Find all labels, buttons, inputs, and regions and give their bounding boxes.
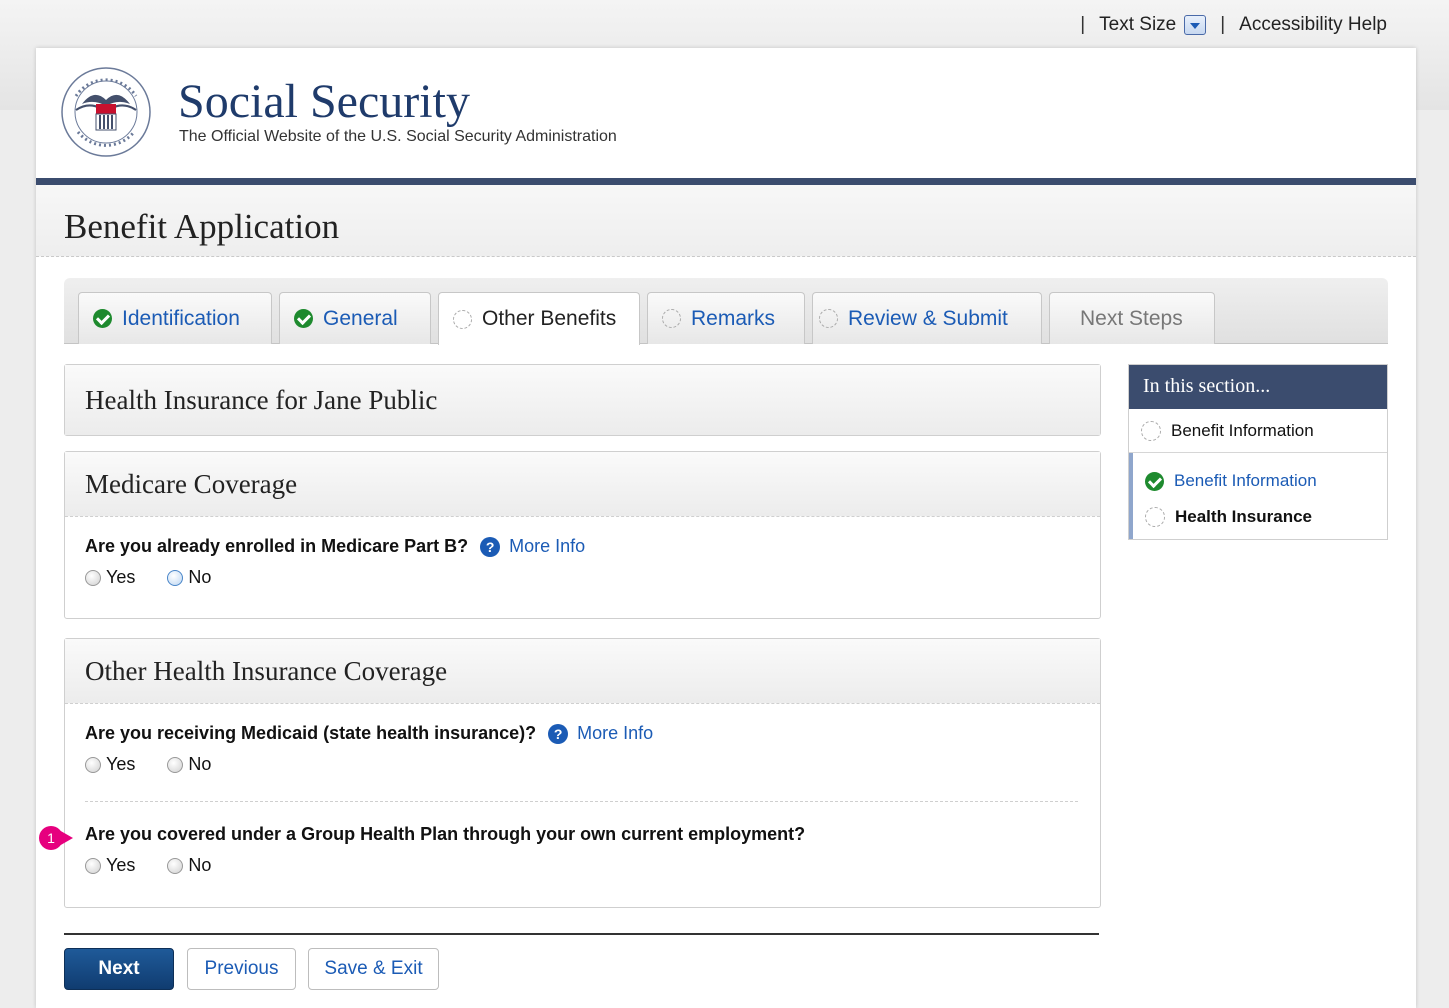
radio-label: Yes [106,855,136,875]
check-circle-icon [93,309,112,328]
radio-label: No [188,855,212,875]
sidebar-title: In this section... [1129,365,1387,409]
tab-label: Other Benefits [482,307,617,330]
radio-no[interactable]: No [167,567,211,588]
previous-button[interactable]: Previous [187,948,296,990]
accessibility-help-link[interactable]: Accessibility Help [1239,14,1387,36]
question-text: Are you covered under a Group Health Pla… [85,824,806,844]
radio-button[interactable] [85,756,101,773]
empty-circle-icon [453,309,472,329]
empty-circle-icon [1141,420,1161,441]
tab-label: Remarks [691,306,776,330]
help-icon[interactable]: ? [548,723,569,744]
site-subtitle: The Official Website of the U.S. Social … [179,128,617,145]
header-rule [36,178,1416,185]
radio-button[interactable] [85,569,101,586]
other-insurance-panel: Other Health Insurance Coverage Are you … [64,638,1101,908]
question-medicaid: Are you receiving Medicaid (state health… [85,723,653,744]
more-info-link[interactable]: More Info [509,536,585,557]
footer-rule [64,933,1099,935]
utility-separator: | [1080,14,1086,35]
tab-label: General [323,306,398,330]
check-circle-icon [294,309,313,328]
check-circle-icon [1145,471,1164,491]
next-button[interactable]: Next [64,948,174,990]
radio-label: No [188,754,212,774]
radio-no[interactable]: No [167,855,211,876]
empty-circle-icon [1145,507,1165,527]
tab-label: Identification [122,306,240,330]
empty-circle-icon [662,309,681,328]
question-medicare-part-b: Are you already enrolled in Medicare Par… [85,536,585,557]
tab-identification[interactable]: Identification [78,292,272,344]
panel-title: Other Health Insurance Coverage [65,639,1100,704]
radio-label: No [188,567,212,587]
utility-bar: | Text Size | Accessibility Help [1066,14,1387,36]
help-icon[interactable]: ? [480,536,501,557]
radio-label: Yes [106,754,136,774]
tab-review-submit[interactable]: Review & Submit [812,292,1042,344]
radio-group-medicaid: Yes No [85,754,243,775]
health-insurance-panel: Health Insurance for Jane Public [64,364,1101,436]
panel-title: Medicare Coverage [65,452,1100,517]
ssa-seal-logo[interactable] [60,66,152,158]
sidebar-item-label: Benefit Information [1174,471,1317,490]
text-size-label[interactable]: Text Size [1099,14,1176,36]
radio-no[interactable]: No [167,754,211,775]
radio-button[interactable] [167,857,184,874]
sidebar-item-benefit-information[interactable]: Benefit Information [1129,409,1387,453]
page-title: Benefit Application [64,207,340,246]
tab-label: Next Steps [1080,306,1183,330]
radio-yes[interactable]: Yes [85,567,135,588]
site-header: Social Security The Official Website of … [36,48,1416,178]
sidebar-subgroup: Benefit Information Health Insurance [1129,453,1387,539]
empty-circle-icon [819,309,838,328]
radio-group-medicare: Yes No [85,567,243,588]
sidebar-item-benefit-information-sub[interactable]: Benefit Information [1133,453,1387,495]
sidebar-item-health-insurance[interactable]: Health Insurance [1133,495,1387,539]
section-sidebar: In this section... Benefit Information B… [1128,364,1388,540]
tab-next-steps: Next Steps [1049,292,1215,344]
radio-yes[interactable]: Yes [85,754,135,775]
radio-button[interactable] [167,569,184,586]
radio-button[interactable] [167,756,184,773]
text-size-dropdown-icon[interactable] [1184,15,1207,35]
medicare-panel: Medicare Coverage Are you already enroll… [64,451,1101,619]
application-header: Benefit Application [36,185,1416,257]
radio-label: Yes [106,567,136,587]
tab-remarks[interactable]: Remarks [647,292,805,344]
page-container: Social Security The Official Website of … [36,48,1416,1008]
sidebar-item-label: Health Insurance [1175,507,1312,526]
tab-other-benefits[interactable]: Other Benefits [438,292,640,345]
utility-separator: | [1220,14,1226,35]
more-info-link[interactable]: More Info [577,723,653,744]
tab-label: Review & Submit [848,306,1008,330]
tab-general[interactable]: General [279,292,431,344]
radio-yes[interactable]: Yes [85,855,135,876]
question-divider [85,801,1078,802]
question-text: Are you already enrolled in Medicare Par… [85,536,469,556]
question-group-health-plan: Are you covered under a Group Health Pla… [85,824,805,845]
panel-title: Health Insurance for Jane Public [65,365,1100,435]
radio-button[interactable] [85,857,101,874]
step-tabs: Identification General Other Benefits Re… [64,278,1388,345]
radio-group-ghp: Yes No [85,855,243,876]
sidebar-item-label: Benefit Information [1171,420,1314,440]
question-text: Are you receiving Medicaid (state health… [85,723,537,743]
step-marker-icon: 1 [39,826,73,850]
step-marker-number: 1 [47,830,55,846]
site-title[interactable]: Social Security [178,74,470,129]
save-exit-button[interactable]: Save & Exit [308,948,439,990]
